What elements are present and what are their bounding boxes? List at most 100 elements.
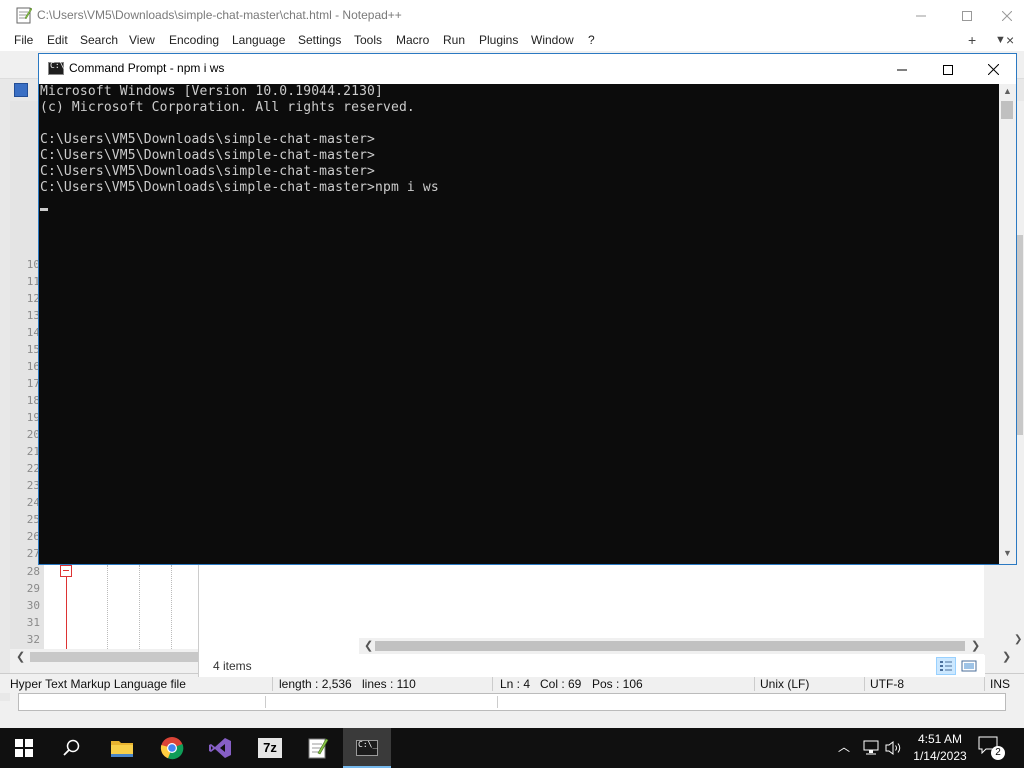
status-position: Pos : 106 (592, 677, 643, 691)
npp-menubar: File Edit Search View Encoding Language … (0, 31, 1024, 51)
taskbar-7zip[interactable]: 7z (246, 728, 294, 768)
cmd-icon-label: C:\_ (358, 740, 378, 749)
line-number: 15 (26, 343, 40, 356)
line-number: 19 (26, 411, 40, 424)
menu-tools[interactable]: Tools (354, 33, 382, 47)
menu-run[interactable]: Run (443, 33, 465, 47)
visual-studio-icon (209, 738, 231, 758)
status-file-type: Hyper Text Markup Language file (10, 677, 186, 691)
taskbar-command-prompt[interactable]: C:\_ (343, 728, 391, 768)
menu-window[interactable]: Window (531, 33, 574, 47)
status-length: length : 2,536 (279, 677, 352, 691)
menu-help[interactable]: ? (588, 33, 595, 47)
scroll-thumb[interactable] (1016, 235, 1023, 435)
status-separator (754, 676, 755, 691)
line-number: 22 (26, 462, 40, 475)
line-number: 23 (26, 479, 40, 492)
status-separator (272, 676, 273, 691)
scroll-right-icon[interactable]: ❯ (1002, 650, 1011, 663)
status-separator (984, 676, 985, 691)
clock-time: 4:51 AM (917, 732, 963, 746)
explorer-statusbar: 4 items (199, 655, 985, 677)
menu-plugins[interactable]: Plugins (479, 33, 518, 47)
save-icon[interactable] (14, 83, 28, 97)
search-button[interactable] (48, 728, 96, 768)
scroll-down-icon[interactable]: ▼ (1003, 548, 1012, 558)
cmd-titlebar[interactable]: C:\_ Command Prompt - npm i ws (39, 54, 1016, 84)
npp-titlebar[interactable]: C:\Users\VM5\Downloads\simple-chat-maste… (0, 0, 1024, 31)
line-number: 31 (26, 616, 40, 629)
maximize-icon (962, 10, 972, 21)
menu-settings[interactable]: Settings (298, 33, 341, 47)
start-button[interactable] (0, 728, 48, 768)
scroll-up-icon[interactable]: ▲ (1003, 86, 1012, 96)
cmd-vertical-scrollbar[interactable]: ▲ ▼ (999, 84, 1016, 564)
tab-list-dropdown-button[interactable]: ▼ (995, 34, 1006, 46)
close-tab-button[interactable]: × (1006, 32, 1014, 48)
console-line: C:\Users\VM5\Downloads\simple-chat-maste… (40, 132, 376, 147)
scroll-thumb[interactable] (30, 652, 210, 662)
menu-language[interactable]: Language (232, 33, 285, 47)
menu-file[interactable]: File (14, 33, 33, 47)
system-clock[interactable]: 4:51 AM 1/14/2023 (908, 731, 972, 765)
details-view-button[interactable] (936, 657, 956, 675)
taskbar-file-explorer[interactable] (98, 728, 146, 768)
npp-bottom-panel (18, 693, 1006, 711)
menu-view[interactable]: View (129, 33, 155, 47)
file-explorer-icon (111, 741, 133, 757)
fold-toggle-icon[interactable] (60, 565, 72, 577)
cmd-close-button[interactable] (970, 54, 1016, 85)
volume-icon[interactable] (885, 740, 903, 756)
command-prompt-window: C:\_ Command Prompt - npm i ws Microsoft… (38, 53, 1017, 565)
line-number: 26 (26, 530, 40, 543)
npp-maximize-button[interactable] (944, 0, 990, 31)
taskbar-chrome[interactable] (148, 728, 196, 768)
line-number: 32 (26, 633, 40, 646)
console-cursor (40, 208, 48, 211)
scroll-left-icon[interactable]: ❮ (16, 650, 25, 663)
explorer-horizontal-scrollbar[interactable]: ❮ ❯ (359, 638, 985, 654)
large-icons-view-icon (961, 660, 977, 672)
console-output[interactable]: Microsoft Windows [Version 10.0.19044.21… (39, 84, 999, 564)
menu-search[interactable]: Search (80, 33, 118, 47)
taskbar-visual-studio[interactable] (196, 728, 244, 768)
status-column: Col : 69 (540, 677, 582, 691)
npp-minimize-button[interactable] (898, 0, 944, 31)
scroll-thumb[interactable] (375, 641, 965, 651)
network-icon[interactable] (862, 740, 880, 756)
cmd-maximize-button[interactable] (925, 54, 971, 85)
npp-window-title: C:\Users\VM5\Downloads\simple-chat-maste… (37, 8, 402, 22)
npp-close-button[interactable] (990, 0, 1024, 31)
taskbar: 7z C:\_ ︿ 4:51 AM 1/14/2023 2 (0, 728, 1024, 768)
taskbar-notepad-plus-plus[interactable] (294, 728, 342, 768)
command-prompt-icon: C:\_ (48, 61, 69, 75)
indent-guide (171, 565, 172, 649)
line-number: 16 (26, 360, 40, 373)
line-number: 10 (26, 258, 40, 271)
line-number: 18 (26, 394, 40, 407)
scroll-left-icon[interactable]: ❮ (364, 639, 373, 652)
new-tab-button[interactable]: + (968, 32, 976, 48)
windows-logo-icon (15, 739, 33, 757)
action-center-button[interactable]: 2 (978, 736, 1005, 760)
status-separator (492, 676, 493, 691)
status-separator (864, 676, 865, 691)
indent-guide (107, 565, 108, 649)
status-insert-mode[interactable]: INS (990, 677, 1010, 691)
show-hidden-icons-button[interactable]: ︿ (838, 738, 850, 755)
notification-count-badge: 2 (991, 746, 1005, 760)
chrome-icon (160, 737, 184, 760)
status-encoding[interactable]: UTF-8 (870, 677, 904, 691)
scroll-down-icon[interactable]: ❯ (1014, 634, 1022, 645)
maximize-icon (943, 64, 953, 75)
line-number: 30 (26, 599, 40, 612)
scroll-right-icon[interactable]: ❯ (971, 639, 980, 652)
cmd-minimize-button[interactable] (879, 54, 925, 85)
menu-encoding[interactable]: Encoding (169, 33, 219, 47)
console-line: Microsoft Windows [Version 10.0.19044.21… (40, 84, 383, 99)
scroll-thumb[interactable] (1001, 101, 1013, 119)
status-eol[interactable]: Unix (LF) (760, 677, 809, 691)
large-icons-view-button[interactable] (959, 657, 979, 675)
menu-edit[interactable]: Edit (47, 33, 68, 47)
menu-macro[interactable]: Macro (396, 33, 429, 47)
